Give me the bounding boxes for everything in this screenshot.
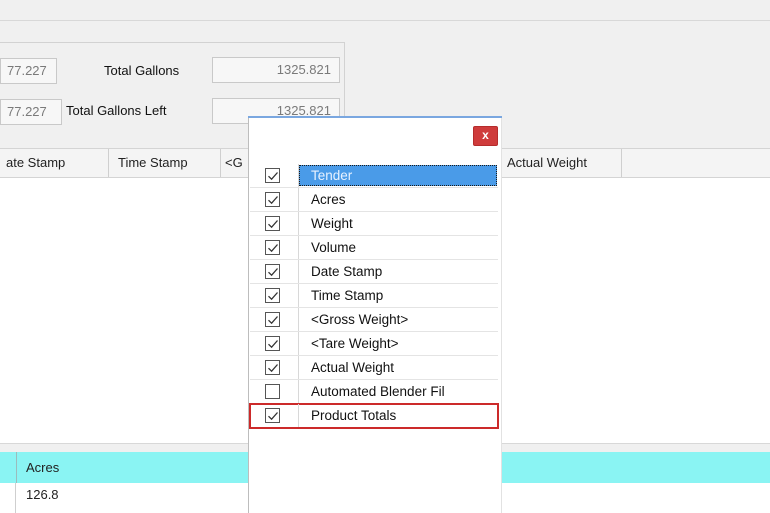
checkbox-cell <box>250 260 299 283</box>
checkbox-cell <box>250 380 299 403</box>
checkmark-icon <box>268 340 278 349</box>
close-button[interactable]: x <box>473 126 498 146</box>
list-item-acres[interactable]: Acres <box>250 188 498 212</box>
list-item-time-stamp[interactable]: Time Stamp <box>250 284 498 308</box>
list-item-automated-blender[interactable]: Automated Blender Fil <box>250 380 498 404</box>
column-header-acres[interactable]: Acres <box>26 452 59 483</box>
top-divider <box>0 20 770 21</box>
checkbox-cell <box>250 308 299 331</box>
list-item-tare-weight[interactable]: <Tare Weight> <box>250 332 498 356</box>
column-list: Tender Acres Weight Volume Date Stamp Ti… <box>249 164 499 429</box>
checkbox[interactable] <box>265 384 280 399</box>
checkbox[interactable] <box>265 312 280 327</box>
acres-cell[interactable]: 126.8 <box>26 487 59 502</box>
checkbox[interactable] <box>265 216 280 231</box>
list-item-label: Acres <box>311 192 346 207</box>
list-item-label: Product Totals <box>311 408 397 423</box>
list-item-label: <Gross Weight> <box>311 312 409 327</box>
list-item-label: <Tare Weight> <box>311 336 399 351</box>
checkbox[interactable] <box>265 192 280 207</box>
column-header-actual-weight[interactable]: Actual Weight <box>501 149 622 177</box>
list-item-weight[interactable]: Weight <box>250 212 498 236</box>
list-item-label: Automated Blender Fil <box>311 384 445 399</box>
list-item-actual-weight[interactable]: Actual Weight <box>250 356 498 380</box>
row-indicator <box>0 483 16 513</box>
checkbox-cell <box>250 332 299 355</box>
total-gallons-left-label: Total Gallons Left <box>66 103 167 118</box>
column-header-time-stamp[interactable]: Time Stamp <box>109 149 221 177</box>
list-item-gross-weight[interactable]: <Gross Weight> <box>250 308 498 332</box>
checkmark-icon <box>268 196 278 205</box>
checkmark-icon <box>268 268 278 277</box>
row-indicator-divider <box>16 452 17 483</box>
checkbox[interactable] <box>265 360 280 375</box>
checkmark-icon <box>268 220 278 229</box>
checkbox-cell <box>250 164 299 187</box>
checkbox-cell <box>250 212 299 235</box>
list-item-date-stamp[interactable]: Date Stamp <box>250 260 498 284</box>
checkbox-cell <box>250 356 299 379</box>
left-value-field-1[interactable]: 77.227 <box>0 58 57 84</box>
checkmark-icon <box>268 364 278 373</box>
total-gallons-label: Total Gallons <box>104 63 180 78</box>
list-item-label: Weight <box>311 216 353 231</box>
checkbox[interactable] <box>265 264 280 279</box>
checkbox[interactable] <box>265 336 280 351</box>
checkbox-cell <box>250 404 299 427</box>
column-header-date-stamp[interactable]: ate Stamp <box>0 149 109 177</box>
popup-title-accent <box>248 116 502 118</box>
checkbox[interactable] <box>265 288 280 303</box>
checkmark-icon <box>268 172 278 181</box>
list-item-label: Time Stamp <box>311 288 384 303</box>
list-item-label: Tender <box>311 168 353 183</box>
checkbox-cell <box>250 236 299 259</box>
checkbox-cell <box>250 188 299 211</box>
list-item-volume[interactable]: Volume <box>250 236 498 260</box>
list-item-label: Actual Weight <box>311 360 395 375</box>
checkmark-icon <box>268 316 278 325</box>
total-gallons-field[interactable]: 1325.821 <box>212 57 340 83</box>
list-item-label: Date Stamp <box>311 264 383 279</box>
checkmark-icon <box>268 292 278 301</box>
left-value-field-2[interactable]: 77.227 <box>0 99 62 125</box>
checkmark-icon <box>268 244 278 253</box>
checkbox-cell <box>250 284 299 307</box>
checkbox[interactable] <box>265 240 280 255</box>
list-item-label: Volume <box>311 240 357 255</box>
checkbox[interactable] <box>265 168 280 183</box>
list-item-product-totals[interactable]: Product Totals <box>249 403 499 429</box>
checkbox[interactable] <box>265 408 280 423</box>
list-item-tender[interactable]: Tender <box>250 164 498 188</box>
checkmark-icon <box>268 412 278 421</box>
